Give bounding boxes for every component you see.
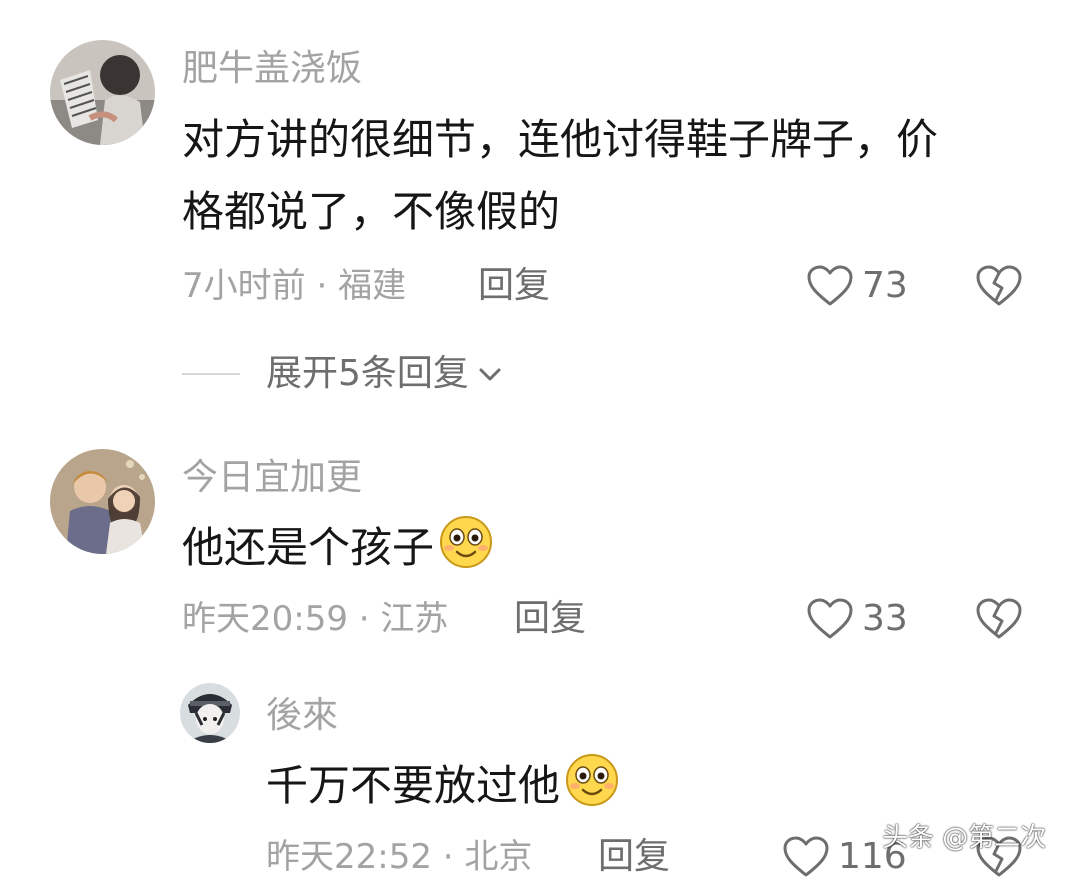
comment-text-line: 对方讲的很细节，连他讨得鞋子牌子，价	[182, 115, 939, 164]
comment-text: 他还是个孩子	[182, 512, 494, 584]
reply-button[interactable]: 回复	[514, 597, 586, 641]
expand-replies-label: 展开5条回复	[266, 353, 469, 394]
comment-username[interactable]: 今日宜加更	[182, 456, 362, 500]
comment-meta: 昨天20:59 · 江苏	[182, 597, 448, 641]
comment-meta: 7小时前 · 福建	[182, 264, 406, 308]
comment-location: 福建	[338, 266, 407, 306]
meta-separator: ·	[358, 599, 370, 639]
like-count: 73	[862, 265, 908, 306]
avatar[interactable]	[50, 40, 155, 145]
like-count: 33	[862, 598, 908, 639]
avatar[interactable]	[180, 683, 240, 743]
heart-icon	[807, 598, 853, 639]
comment-text-body: 他还是个孩子	[182, 523, 435, 572]
comment-text: 对方讲的很细节，连他讨得鞋子牌子，价 格都说了，不像假的	[182, 104, 938, 248]
reply-meta: 昨天22:52 · 北京	[266, 835, 532, 879]
reply-text: 千万不要放过他	[266, 750, 620, 822]
smiling-emoji-icon	[566, 754, 619, 806]
reply-button[interactable]: 回复	[478, 264, 550, 308]
comment-location: 江苏	[380, 599, 449, 639]
avatar[interactable]	[50, 449, 155, 554]
expand-replies-button[interactable]: 展开5条回复	[182, 352, 505, 396]
user-avatar-anime-icon	[180, 683, 240, 743]
heart-icon	[807, 265, 853, 306]
chevron-down-icon	[479, 368, 501, 381]
broken-heart-icon	[976, 265, 1022, 306]
meta-separator: ·	[316, 266, 328, 306]
broken-heart-icon	[976, 598, 1022, 639]
comment-text-line: 格都说了，不像假的	[182, 187, 561, 236]
reply-time: 昨天22:52	[266, 837, 432, 877]
reply-username[interactable]: 後來	[266, 694, 338, 738]
dislike-button[interactable]	[975, 264, 1023, 308]
smiling-emoji-icon	[440, 516, 493, 568]
like-button[interactable]: 33	[806, 597, 908, 641]
reply-text-body: 千万不要放过他	[266, 761, 561, 810]
user-avatar-couple-icon	[50, 449, 155, 554]
heart-icon	[783, 836, 829, 877]
dislike-button[interactable]	[975, 597, 1023, 641]
like-button[interactable]: 73	[806, 264, 908, 308]
reply-button[interactable]: 回复	[598, 835, 670, 879]
comment-time: 昨天20:59	[182, 599, 348, 639]
comment-time: 7小时前	[182, 266, 306, 306]
reply-location: 北京	[464, 837, 533, 877]
divider	[182, 373, 240, 375]
comment-username[interactable]: 肥牛盖浇饭	[182, 47, 362, 91]
user-avatar-fan-icon	[50, 40, 155, 145]
watermark: 头条 @第二次	[882, 823, 1047, 853]
meta-separator: ·	[442, 837, 454, 877]
